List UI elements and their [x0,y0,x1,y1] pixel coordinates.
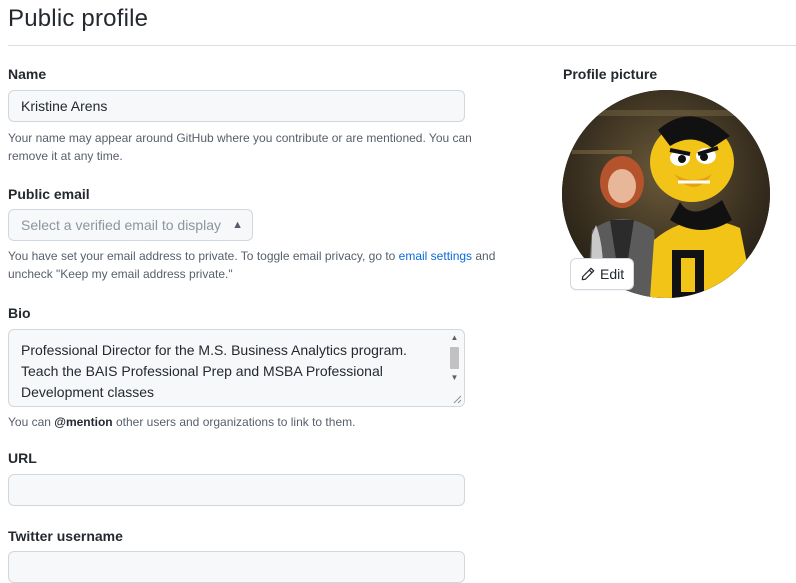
public-email-note: You have set your email address to priva… [8,247,523,283]
resize-grip-icon[interactable] [452,394,462,404]
bio-textarea[interactable]: Professional Director for the M.S. Busin… [8,329,465,407]
name-note: Your name may appear around GitHub where… [8,131,472,163]
name-label: Name [8,66,47,82]
twitter-label: Twitter username [8,528,123,544]
bio-scrollbar[interactable]: ▲ ▼ [448,333,461,391]
scroll-down-icon[interactable]: ▼ [448,373,461,383]
public-email-label: Public email [8,186,90,202]
mention-text: @mention [54,415,113,429]
scroll-thumb[interactable] [450,347,459,369]
public-email-note-before: You have set your email address to priva… [8,249,399,263]
edit-avatar-button[interactable]: Edit [570,258,634,290]
edit-label: Edit [600,266,625,282]
scroll-up-icon[interactable]: ▲ [448,333,461,343]
name-input[interactable]: Kristine Arens [8,90,465,122]
pencil-icon [581,267,595,281]
bio-note-before: You can [8,415,55,429]
page-title: Public profile [8,5,149,32]
public-email-selected: Select a verified email to display [21,217,221,233]
profile-picture-label: Profile picture [563,66,658,82]
select-caret-icon: ▲ [232,219,243,231]
url-input[interactable] [8,474,465,506]
public-email-select[interactable]: Select a verified email to display ▲ [8,209,253,241]
email-settings-link[interactable]: email settings [399,249,472,263]
bio-label: Bio [8,305,31,321]
bio-note: You can @mention other users and organiz… [8,413,528,431]
url-label: URL [8,450,37,466]
bio-note-after: other users and organizations to link to… [112,415,356,429]
bio-text: Professional Director for the M.S. Busin… [21,342,407,400]
twitter-input[interactable] [8,551,465,583]
title-divider [8,45,796,46]
